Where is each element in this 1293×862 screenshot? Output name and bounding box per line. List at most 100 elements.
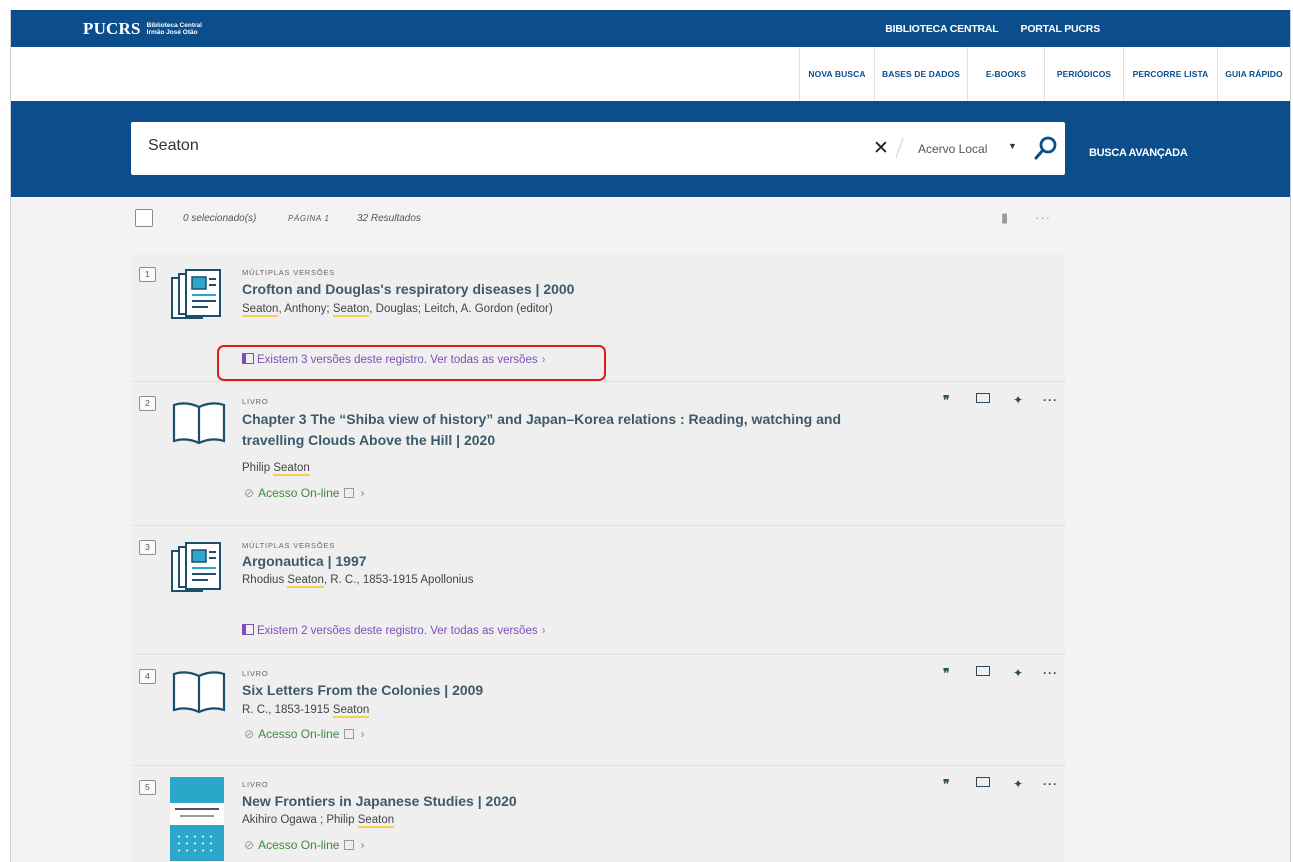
author-text: , Anthony; [278, 303, 333, 315]
online-access-link[interactable]: ⊘ Acesso On-line › [244, 838, 364, 852]
chevron-right-icon: › [360, 486, 365, 500]
mail-icon[interactable] [976, 393, 990, 403]
quote-icon[interactable]: ❞ [943, 666, 949, 681]
result-actions: ❞ ✦ ··· [925, 777, 1065, 797]
versions-link[interactable]: Existem 2 versões deste registro. Ver to… [242, 624, 545, 637]
scope-select[interactable]: Acervo Local [918, 142, 987, 156]
link-icon: ⊘ [244, 727, 255, 741]
external-link-icon [344, 729, 355, 739]
result-item-3: 3 MÚLTIPLAS VERSÕES Argonautica | 1997 R… [132, 527, 1065, 655]
top-links: BIBLIOTECA CENTRAL PORTAL PUCRS [885, 23, 1100, 35]
result-item-5: 5 LIVRO New Frontiers in Japanese Studie… [132, 767, 1065, 862]
quote-icon[interactable]: ❞ [943, 777, 949, 792]
result-authors: Seaton, Anthony; Seaton, Douglas; Leitch… [242, 303, 553, 317]
caret-down-icon[interactable]: ▼ [1008, 141, 1017, 151]
more-icon[interactable]: ··· [1035, 210, 1051, 225]
advanced-search-link[interactable]: BUSCA AVANÇADA [1089, 147, 1188, 159]
search-band: ✕ Acervo Local ▼ BUSCA AVANÇADA [11, 101, 1290, 197]
pin-icon[interactable]: ✦ [1013, 393, 1023, 407]
external-link-icon [344, 488, 355, 498]
logo-sub-line1: Biblioteca Central [146, 22, 202, 29]
page-label: PÁGINA 1 [288, 214, 330, 223]
result-type: MÚLTIPLAS VERSÕES [242, 541, 336, 550]
result-title[interactable]: Six Letters From the Colonies | 2009 [242, 680, 862, 701]
result-number: 3 [139, 540, 156, 555]
quote-icon[interactable]: ❞ [943, 393, 949, 408]
chevron-right-icon: › [360, 838, 365, 852]
result-type: LIVRO [242, 397, 269, 406]
result-title[interactable]: Chapter 3 The “Shiba view of history” an… [242, 409, 862, 451]
author-text: R. C., 1853-1915 [242, 704, 333, 716]
result-authors: Akihiro Ogawa ; Philip Seaton [242, 814, 395, 828]
result-type: MÚLTIPLAS VERSÕES [242, 268, 336, 277]
author-text: Philip [242, 462, 274, 474]
result-title[interactable]: Crofton and Douglas's respiratory diseas… [242, 279, 862, 300]
result-actions: ❞ ✦ ··· [925, 666, 1065, 686]
pucrs-logo[interactable]: PUCRS Biblioteca Central Irmão José Otão [83, 19, 202, 39]
nav-e-books[interactable]: E-BOOKS [967, 47, 1044, 101]
nav-nova-busca[interactable]: NOVA BUSCA [799, 47, 874, 101]
biblioteca-central-link[interactable]: BIBLIOTECA CENTRAL [885, 23, 998, 35]
link-icon: ⊘ [244, 838, 255, 852]
more-icon[interactable]: ··· [1043, 666, 1058, 680]
link-icon: ⊘ [244, 486, 255, 500]
book-icon [172, 671, 226, 714]
result-number: 4 [139, 669, 156, 684]
nav-periodicos[interactable]: PERIÓDICOS [1044, 47, 1123, 101]
cover-band [170, 803, 224, 825]
online-text: Acesso On-line [258, 486, 340, 500]
more-icon[interactable]: ··· [1043, 393, 1058, 407]
more-icon[interactable]: ··· [1043, 777, 1058, 791]
online-access-link[interactable]: ⊘ Acesso On-line › [244, 727, 364, 741]
cover-dots [175, 833, 215, 853]
author-text: , Douglas; Leitch, A. Gordon (editor) [369, 303, 553, 315]
logo-main-text: PUCRS [83, 19, 141, 38]
author-highlight: Seaton [332, 303, 370, 317]
search-icon[interactable] [1033, 135, 1059, 161]
nav-percorre-lista[interactable]: PERCORRE LISTA [1123, 47, 1217, 101]
online-text: Acesso On-line [258, 727, 340, 741]
pin-icon[interactable]: ▮ [1001, 210, 1008, 226]
result-number: 5 [139, 780, 156, 795]
author-highlight: Seaton [332, 704, 370, 718]
top-bar: PUCRS Biblioteca Central Irmão José Otão… [11, 10, 1290, 47]
result-authors: Rhodius Seaton, R. C., 1853-1915 Apollon… [242, 574, 473, 588]
online-text: Acesso On-line [258, 838, 340, 852]
logo-sub-line2: Irmão José Otão [146, 29, 198, 36]
mail-icon[interactable] [976, 666, 990, 676]
book-icon [172, 402, 226, 445]
logo-sub-text: Biblioteca Central Irmão José Otão [147, 22, 202, 36]
result-actions: ❞ ✦ ··· [925, 393, 1065, 413]
online-access-link[interactable]: ⊘ Acesso On-line › [244, 486, 364, 500]
selected-count: 0 selecionado(s) [183, 213, 257, 224]
pin-icon[interactable]: ✦ [1013, 666, 1023, 680]
result-authors: R. C., 1853-1915 Seaton [242, 704, 370, 718]
select-all-checkbox[interactable] [135, 209, 153, 227]
result-number: 2 [139, 396, 156, 411]
mail-icon[interactable] [976, 777, 990, 787]
author-highlight: Seaton [242, 303, 279, 317]
versions-text: Existem 2 versões deste registro. Ver to… [257, 625, 538, 637]
external-link-icon [344, 840, 355, 850]
portal-pucrs-link[interactable]: PORTAL PUCRS [1021, 23, 1101, 35]
main-nav: NOVA BUSCA BASES DE DADOS E-BOOKS PERIÓD… [11, 47, 1290, 101]
search-input[interactable] [148, 137, 748, 155]
chevron-right-icon: › [360, 727, 365, 741]
result-type: LIVRO [242, 669, 269, 678]
author-highlight: Seaton [273, 462, 310, 476]
nav-guia-rapido[interactable]: GUIA RÁPIDO [1217, 47, 1290, 101]
result-title[interactable]: New Frontiers in Japanese Studies | 2020 [242, 791, 862, 812]
author-highlight: Seaton [357, 814, 395, 828]
highlight-annotation-box [217, 345, 606, 381]
result-item-4: 4 LIVRO Six Letters From the Colonies | … [132, 656, 1065, 766]
close-icon[interactable]: ✕ [873, 137, 889, 160]
result-title[interactable]: Argonautica | 1997 [242, 551, 862, 572]
book-cover-image[interactable] [170, 777, 224, 861]
nav-bases-de-dados[interactable]: BASES DE DADOS [874, 47, 967, 101]
results-header: 0 selecionado(s) PÁGINA 1 32 Resultados … [135, 208, 1065, 232]
result-item-2: 2 LIVRO Chapter 3 The “Shiba view of his… [132, 383, 1065, 526]
multiple-versions-icon [171, 542, 221, 592]
author-text: Akihiro Ogawa ; Philip [242, 814, 358, 826]
pin-icon[interactable]: ✦ [1013, 777, 1023, 791]
search-divider [895, 137, 904, 159]
